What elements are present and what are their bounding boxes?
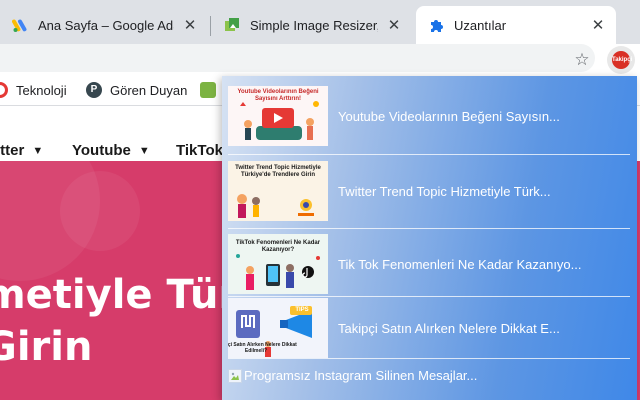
post-title: Programsız Instagram Silinen Mesajlar... <box>244 368 478 383</box>
puzzle-icon <box>428 17 444 33</box>
chevron-down-icon: ▼ <box>138 144 150 157</box>
nav-youtube[interactable]: Youtube ▼ <box>72 142 150 159</box>
bookmark-label: Gören Duyan <box>110 82 188 98</box>
tab-title: Uzantılar <box>454 17 507 33</box>
extension-button[interactable]: Takipçi <box>607 46 635 74</box>
decorative-blob <box>60 171 140 251</box>
post-item-instagram[interactable]: Programsız Instagram Silinen Mesajlar... <box>228 368 477 383</box>
leaf-icon <box>200 82 216 98</box>
tab-divider <box>210 16 211 36</box>
bookmark-star-icon[interactable]: ☆ <box>572 50 592 70</box>
browser-toolbar <box>0 44 640 76</box>
post-item-takipci[interactable]: TIPS Takipçi Satın Alırken Nelere Dikkat… <box>228 292 628 364</box>
tab-title: Ana Sayfa – Google AdSense <box>38 17 174 33</box>
post-thumbnail: TIPS Takipçi Satın Alırken Nelere Dikkat… <box>228 298 328 358</box>
adsense-icon <box>12 17 28 33</box>
post-title: Takipçi Satın Alırken Nelere Dikkat E... <box>338 320 560 336</box>
post-thumbnail: Twitter Trend Topic Hizmetiyle Türkiye'd… <box>228 161 328 221</box>
post-item-tiktok[interactable]: TikTok Fenomenleri Ne Kadar Kazanıyor? T… <box>228 228 628 300</box>
bookmark-goren-duyan[interactable]: P Gören Duyan <box>86 82 187 98</box>
tab-image-resizer[interactable]: Simple Image Resizer, resize ✕ <box>212 6 412 44</box>
nav-label: TikTok <box>176 142 223 159</box>
nav-tiktok[interactable]: TikTok <box>176 142 223 159</box>
target-icon <box>0 82 8 98</box>
nav-label: itter <box>0 142 25 159</box>
post-item-youtube[interactable]: Youtube Videolarının Beğeni Sayısını Art… <box>228 80 628 152</box>
extension-popup: Youtube Videolarının Beğeni Sayısını Art… <box>222 76 637 400</box>
close-icon[interactable]: ✕ <box>590 16 606 34</box>
divider <box>228 358 630 359</box>
takipci-extension-icon: Takipçi <box>612 51 632 69</box>
tips-badge: TIPS <box>295 307 309 313</box>
tab-strip: Ana Sayfa – Google AdSense ✕ Simple Imag… <box>0 0 640 44</box>
post-title: Twitter Trend Topic Hizmetiyle Türk... <box>338 183 551 199</box>
image-resizer-icon <box>224 17 240 33</box>
chevron-down-icon: ▼ <box>32 144 44 157</box>
thumbnail-text: Twitter Trend Topic Hizmetiyle Türkiye'd… <box>235 165 321 178</box>
tab-title: Simple Image Resizer, resize <box>250 17 378 33</box>
close-icon[interactable]: ✕ <box>386 16 402 34</box>
post-title: Tik Tok Fenomenleri Ne Kadar Kazanıyo... <box>338 256 582 272</box>
nav-label: Youtube <box>72 142 131 159</box>
thumbnail-text: Youtube Videolarının Beğeni Sayısını Art… <box>237 89 319 102</box>
tab-adsense[interactable]: Ana Sayfa – Google AdSense ✕ <box>0 6 208 44</box>
post-item-twitter[interactable]: Twitter Trend Topic Hizmetiyle Türkiye'd… <box>228 155 628 227</box>
nav-twitter[interactable]: itter ▼ <box>0 142 43 159</box>
post-thumbnail: Youtube Videolarının Beğeni Sayısını Art… <box>228 86 328 146</box>
post-title: Youtube Videolarının Beğeni Sayısın... <box>338 108 560 124</box>
p-circle-icon: P <box>86 82 102 98</box>
post-thumbnail: TikTok Fenomenleri Ne Kadar Kazanıyor? <box>228 234 328 294</box>
broken-image-icon <box>228 368 242 383</box>
tab-extensions[interactable]: Uzantılar ✕ <box>416 6 616 44</box>
bookmark-label: Teknoloji <box>16 82 67 98</box>
bookmark-leaf[interactable] <box>200 82 224 98</box>
thumbnail-text: Takipçi Satın Alırken Nelere Dikkat Edil… <box>228 342 297 354</box>
thumbnail-text: TikTok Fenomenleri Ne Kadar Kazanıyor? <box>235 240 321 253</box>
close-icon[interactable]: ✕ <box>182 16 198 34</box>
address-bar[interactable] <box>0 44 595 72</box>
bookmark-teknoloji[interactable]: Teknoloji <box>0 82 67 98</box>
